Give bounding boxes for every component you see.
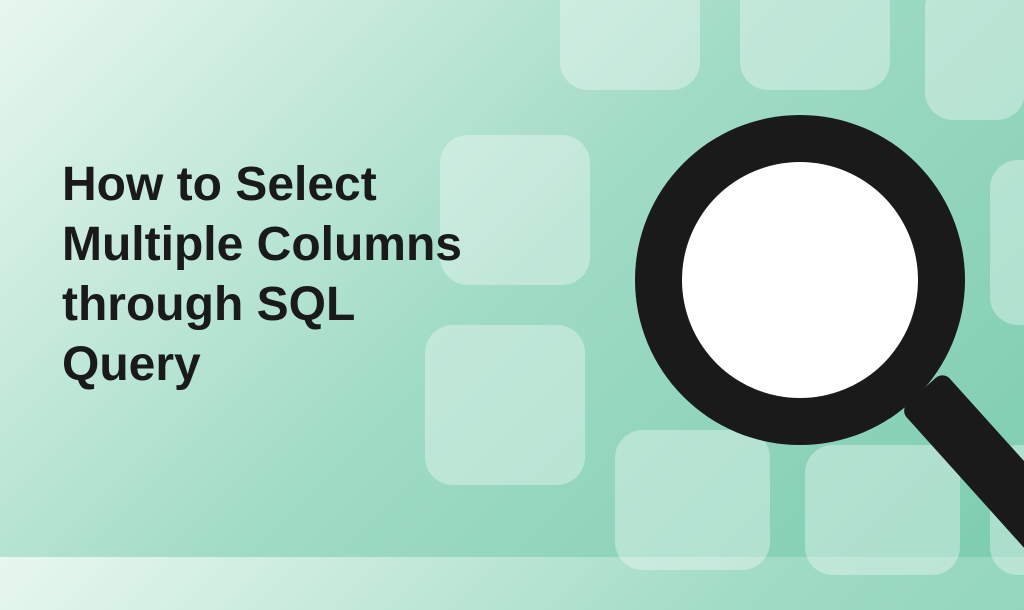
magnifying-glass-icon	[620, 90, 1024, 610]
decor-square	[560, 0, 700, 90]
hero-title: How to Select Multiple Columns through S…	[62, 155, 482, 395]
hero-banner: How to Select Multiple Columns through S…	[0, 0, 1024, 557]
decor-square	[740, 0, 890, 90]
